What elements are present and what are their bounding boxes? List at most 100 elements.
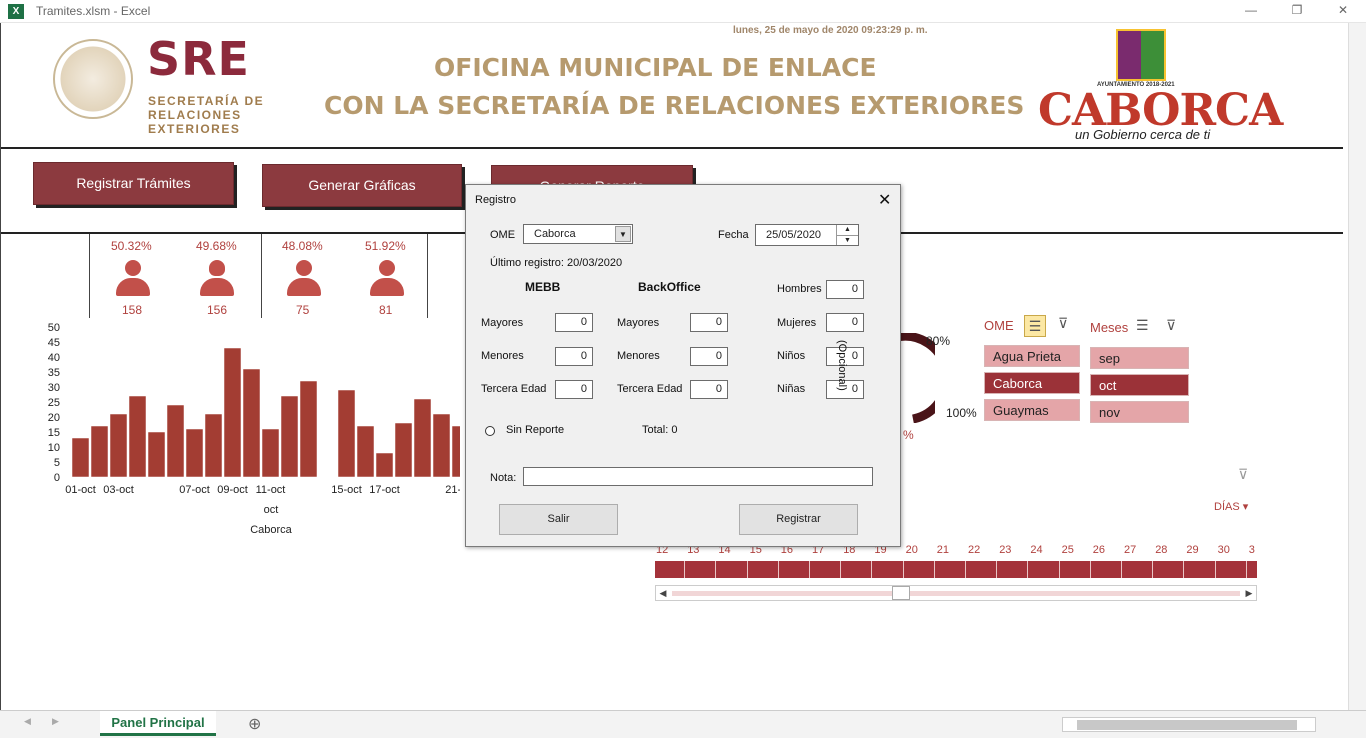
fecha-picker[interactable]: 25/05/2020 ▲ ▼ <box>755 224 859 246</box>
spin-up-icon[interactable]: ▲ <box>836 225 858 235</box>
timeline-day[interactable]: 27 <box>1124 544 1136 556</box>
timeline-day[interactable]: 21 <box>937 544 949 556</box>
registrar-button[interactable]: Registrar <box>739 504 858 535</box>
registrar-tramites-button[interactable]: Registrar Trámites <box>33 162 234 205</box>
timeline-level-text: DÍAS <box>1214 501 1240 513</box>
add-sheet-icon[interactable]: ⊕ <box>248 714 261 734</box>
mebb-tercera-label: Tercera Edad <box>481 383 547 395</box>
hombres-input[interactable]: 0 <box>826 280 864 299</box>
timeline-segment-divider <box>715 561 717 578</box>
boy-icon <box>287 260 321 300</box>
timeline-day[interactable]: 22 <box>968 544 980 556</box>
stat-pct-girls: 51.92% <box>365 239 406 253</box>
ninas-label: Niñas <box>777 383 806 395</box>
timeline-segment-divider <box>871 561 873 578</box>
chart-bar <box>204 413 223 478</box>
meses-slicer-item[interactable]: oct <box>1090 374 1189 396</box>
tab-panel-principal[interactable]: Panel Principal <box>100 711 216 736</box>
bo-menores-input[interactable]: 0 <box>690 347 728 366</box>
scroll-thumb[interactable] <box>892 586 910 600</box>
ome-slicer-item[interactable]: Caborca <box>984 372 1080 394</box>
spin-down-icon[interactable]: ▼ <box>836 235 858 245</box>
ome-slicer-item[interactable]: Agua Prieta <box>984 345 1080 367</box>
y-tick-label: 25 <box>48 397 60 409</box>
meses-slicer-header: Meses <box>1090 320 1129 335</box>
scroll-right-icon[interactable]: ▶ <box>1242 586 1256 600</box>
timeline-segment-divider <box>1027 561 1029 578</box>
generar-graficas-button[interactable]: Generar Gráficas <box>262 164 462 207</box>
timeline-day[interactable]: 28 <box>1155 544 1167 556</box>
page-title: OFICINA MUNICIPAL DE ENLACE <box>434 53 877 82</box>
y-tick-label: 15 <box>48 427 60 439</box>
timeline-segment-divider <box>902 561 904 578</box>
chart-bar <box>128 395 147 478</box>
chevron-down-icon[interactable]: ▼ <box>615 226 631 242</box>
x-axis-label: oct <box>264 504 279 516</box>
bo-mayores-input[interactable]: 0 <box>690 313 728 332</box>
mebb-menores-label: Menores <box>481 350 524 362</box>
timeline-day[interactable]: 25 <box>1062 544 1074 556</box>
chart-bar <box>261 428 280 478</box>
timeline-segment-divider <box>1214 561 1216 578</box>
bo-tercera-label: Tercera Edad <box>617 383 683 395</box>
mebb-mayores-label: Mayores <box>481 317 524 329</box>
tab-next-icon[interactable]: ▶ <box>52 716 59 727</box>
mebb-tercera-input[interactable]: 0 <box>555 380 593 399</box>
mebb-menores-input[interactable]: 0 <box>555 347 593 366</box>
horizontal-scrollbar[interactable] <box>1062 717 1316 732</box>
multiselect-icon[interactable]: ☰ <box>1024 315 1046 337</box>
y-tick-label: 45 <box>48 337 60 349</box>
chart-bar <box>147 431 166 478</box>
close-window-button[interactable]: ✕ <box>1320 3 1366 21</box>
tab-prev-icon[interactable]: ◀ <box>24 716 31 727</box>
timeline-day[interactable]: 23 <box>999 544 1011 556</box>
timeline-day[interactable]: 24 <box>1030 544 1042 556</box>
timeline-segment-divider <box>1121 561 1122 578</box>
timeline-day[interactable]: 30 <box>1218 544 1230 556</box>
timeline-bar[interactable] <box>655 561 1257 578</box>
chart-bar <box>394 422 413 478</box>
dialog-close-icon[interactable]: ✕ <box>878 190 891 210</box>
timeline-day[interactable]: 26 <box>1093 544 1105 556</box>
clear-filter-icon[interactable]: ⊽ <box>1166 317 1176 334</box>
sre-logo: SRE <box>147 32 250 86</box>
woman-icon <box>200 260 234 300</box>
ome-select-value: Caborca <box>534 228 576 240</box>
stat-pct-boys: 48.08% <box>282 239 323 253</box>
sre-logo-line: EXTERIORES <box>148 122 241 136</box>
chart-bar <box>432 413 451 478</box>
ome-label: OME <box>490 229 516 241</box>
mujeres-input[interactable]: 0 <box>826 313 864 332</box>
timeline-segment-divider <box>840 561 842 578</box>
meses-slicer-item[interactable]: sep <box>1090 347 1189 369</box>
hscroll-thumb[interactable] <box>1077 720 1297 730</box>
timeline-level-label[interactable]: DÍAS ▾ <box>1214 500 1248 513</box>
timeline-day[interactable]: 20 <box>906 544 918 556</box>
meses-slicer-item[interactable]: nov <box>1090 401 1189 423</box>
restore-button[interactable]: ❐ <box>1274 3 1320 21</box>
opcional-label: (Opcional) <box>836 340 848 391</box>
x-tick-label: 07-oct <box>179 484 210 496</box>
timeline-day[interactable]: 3 <box>1249 544 1255 556</box>
bo-tercera-input[interactable]: 0 <box>690 380 728 399</box>
clear-filter-icon[interactable]: ⊽ <box>1058 315 1068 332</box>
nota-input[interactable] <box>523 467 873 486</box>
sin-reporte-radio[interactable] <box>485 426 495 436</box>
multiselect-icon[interactable]: ☰ <box>1136 317 1149 334</box>
scroll-track <box>672 591 1240 596</box>
timeline-scrollbar[interactable]: ◀ ▶ <box>655 585 1257 601</box>
vertical-scrollbar[interactable] <box>1348 23 1366 710</box>
stat-count-girls: 81 <box>379 303 393 317</box>
chart-bar <box>451 425 460 478</box>
salir-button[interactable]: Salir <box>499 504 618 535</box>
chart-bar <box>337 389 356 478</box>
ome-select[interactable]: Caborca ▼ <box>523 224 633 244</box>
scroll-left-icon[interactable]: ◀ <box>656 586 670 600</box>
minimize-button[interactable]: — <box>1228 3 1274 21</box>
backoffice-header: BackOffice <box>638 280 701 294</box>
ome-slicer-item[interactable]: Guaymas <box>984 399 1080 421</box>
timeline-day[interactable]: 29 <box>1186 544 1198 556</box>
timeline-clear-filter-icon[interactable]: ⊽ <box>1238 466 1248 483</box>
mebb-mayores-input[interactable]: 0 <box>555 313 593 332</box>
stat-count-men: 158 <box>122 303 143 317</box>
